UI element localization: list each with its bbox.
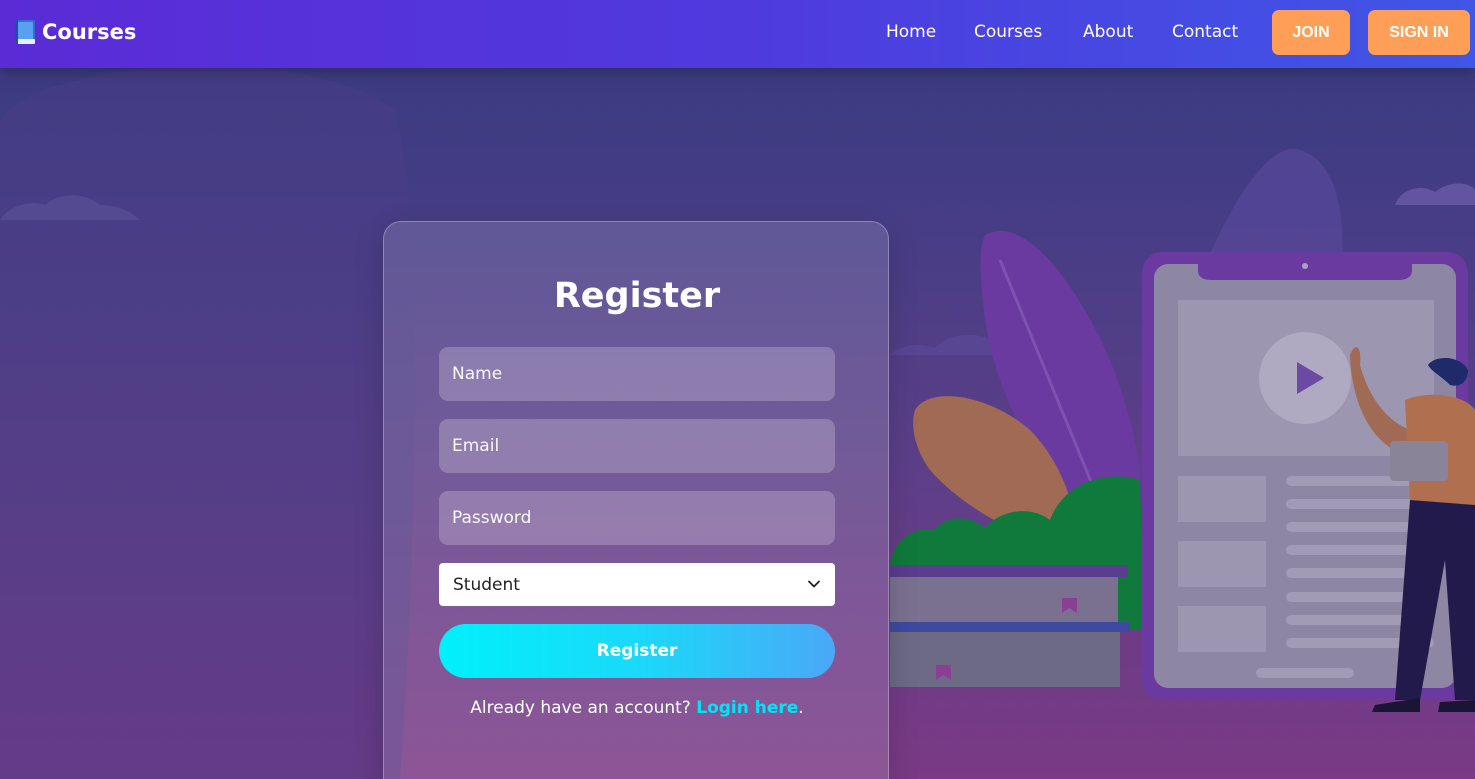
- role-select-value: Student: [453, 574, 520, 595]
- email-input[interactable]: [439, 419, 835, 473]
- cloud-right: [1395, 183, 1475, 205]
- book-top: [890, 565, 1128, 577]
- register-title: Register: [553, 276, 721, 316]
- nav-links: Home Courses About Contact JOIN SIGN IN: [0, 0, 1475, 68]
- person-shoes: [1372, 698, 1420, 712]
- thumb-2: [1178, 541, 1266, 587]
- password-input[interactable]: [439, 491, 835, 545]
- login-prompt-line: Already have an account? Login here.: [384, 698, 890, 718]
- nav-courses[interactable]: Courses: [974, 22, 1042, 42]
- tablet-camera: [1302, 263, 1308, 269]
- sign-in-button[interactable]: SIGN IN: [1368, 10, 1470, 55]
- name-input[interactable]: [439, 347, 835, 401]
- login-link[interactable]: Login here: [696, 698, 798, 718]
- chevron-down-icon: [808, 580, 820, 588]
- thumb-3: [1178, 606, 1266, 652]
- nav-about[interactable]: About: [1083, 22, 1133, 42]
- book-top-pages: [890, 577, 1118, 622]
- top-navbar: Courses Home Courses About Contact JOIN …: [0, 0, 1475, 68]
- bg-hill-shape: [0, 65, 415, 779]
- book-bottom-pages: [890, 632, 1120, 687]
- role-select[interactable]: Student: [439, 563, 835, 606]
- thumb-1: [1178, 476, 1266, 522]
- register-card: Register Student Register Already have a…: [383, 221, 889, 779]
- nav-contact[interactable]: Contact: [1172, 22, 1238, 42]
- login-suffix: .: [798, 698, 804, 718]
- book-bottom: [890, 622, 1130, 632]
- register-button[interactable]: Register: [439, 624, 835, 678]
- nav-home[interactable]: Home: [886, 22, 936, 42]
- join-button[interactable]: JOIN: [1272, 10, 1350, 55]
- login-prompt-text: Already have an account?: [470, 698, 697, 718]
- person-laptop: [1390, 441, 1448, 481]
